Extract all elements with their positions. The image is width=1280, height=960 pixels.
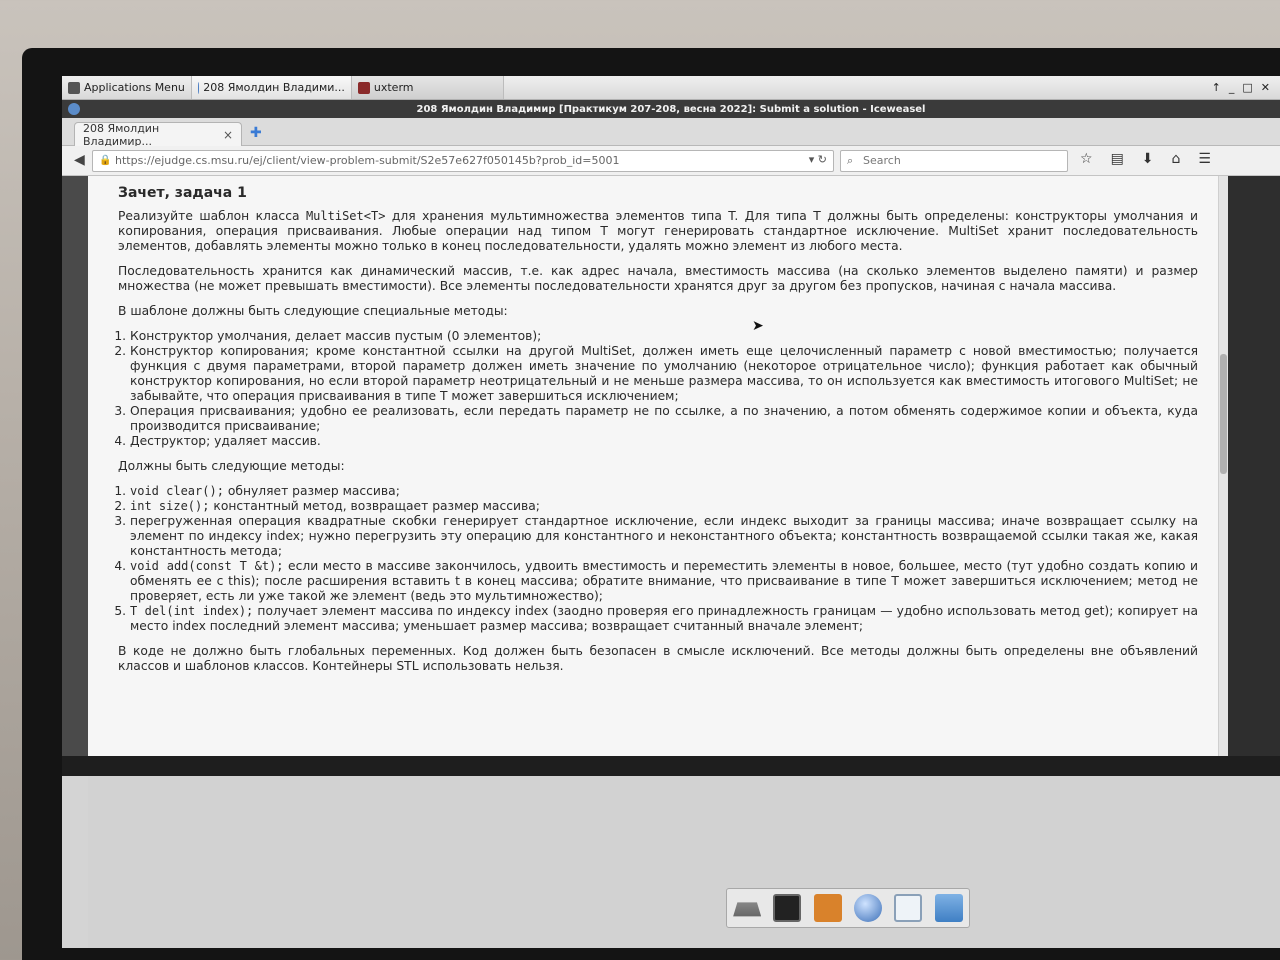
left-gutter: [62, 176, 88, 756]
reload-icon[interactable]: ▾ ↻: [809, 153, 827, 166]
browser-window-icon: [68, 103, 80, 115]
desktop-divider: [62, 756, 1280, 776]
search-placeholder: Search: [863, 154, 901, 167]
iceweasel-icon: [197, 81, 200, 94]
footer-paragraph: В коде не должно быть глобальных перемен…: [118, 644, 1198, 673]
list-item: Деструктор; удаляет массив.: [130, 434, 1198, 449]
home-icon[interactable]: ⌂: [1172, 151, 1181, 167]
screen: Applications Menu 208 Ямолдин Владими...…: [62, 76, 1280, 948]
storage-paragraph: Последовательность хранится как динамиче…: [118, 264, 1198, 293]
pin-icon[interactable]: ↑: [1212, 81, 1221, 94]
task-uxterm[interactable]: uxterm: [351, 76, 504, 99]
method-code: int size();: [130, 499, 210, 513]
drive-icon[interactable]: [733, 902, 762, 917]
tab-label: 208 Ямолдин Владимир...: [83, 121, 160, 148]
desktop-background: [88, 776, 1280, 948]
methods-title: Должны быть следующие методы:: [118, 459, 345, 473]
download-icon[interactable]: ⬇: [1142, 151, 1154, 167]
list-item: Конструктор копирования; кроме константн…: [130, 344, 1198, 404]
window-title: 208 Ямолдин Владимир [Практикум 207-208,…: [416, 103, 926, 115]
back-arrow-icon[interactable]: ◀: [74, 152, 85, 168]
minimize-icon[interactable]: _: [1229, 81, 1235, 94]
adjacent-window-edge: [1228, 176, 1280, 756]
maximize-icon[interactable]: □: [1242, 81, 1252, 94]
search-input[interactable]: ⌕ Search: [840, 150, 1068, 172]
new-tab-icon[interactable]: ✚: [250, 125, 262, 141]
list-item: T del(int index); получает элемент масси…: [130, 604, 1198, 634]
special-methods-title: В шаблоне должны быть следующие специаль…: [118, 304, 508, 318]
tab-strip: 208 Ямолдин Владимир... × ✚: [62, 118, 1280, 148]
list-item: void clear(); обнуляет размер массива;: [130, 484, 1198, 499]
method-text: перегруженная операция квадратные скобки…: [130, 514, 1198, 558]
method-text: получает элемент массива по индексу inde…: [130, 604, 1198, 633]
tab-close-icon[interactable]: ×: [223, 128, 233, 142]
x-terminal-icon: [357, 81, 370, 94]
method-text: обнуляет размер массива;: [223, 484, 400, 498]
bookmark-star-icon[interactable]: ☆: [1080, 151, 1093, 167]
bottom-dock: [726, 888, 970, 928]
reading-list-icon[interactable]: ▤: [1111, 151, 1124, 167]
window-titlebar[interactable]: 208 Ямолдин Владимир [Практикум 207-208,…: [62, 100, 1280, 118]
navigation-bar: ◀ 🔒 https://ejudge.cs.msu.ru/ej/client/v…: [62, 146, 1280, 176]
list-item: int size(); константный метод, возвращае…: [130, 499, 1198, 514]
tab-submit[interactable]: 208 Ямолдин Владимир... ×: [74, 121, 242, 148]
lock-icon: 🔒: [99, 155, 112, 166]
list-item: Конструктор умолчания, делает массив пус…: [130, 329, 1198, 344]
applications-menu[interactable]: Applications Menu: [62, 76, 192, 99]
search-files-icon[interactable]: [894, 894, 923, 922]
task-browser[interactable]: 208 Ямолдин Владими...: [191, 76, 352, 99]
method-text: если место в массиве закончилось, удвоит…: [130, 559, 1198, 603]
folder-icon[interactable]: [934, 894, 963, 922]
mouse-logo-icon: [68, 81, 80, 94]
page-scrollbar[interactable]: [1218, 176, 1228, 756]
method-code: void clear();: [130, 484, 224, 498]
toolbar-icons: ☆ ▤ ⬇ ⌂ ☰: [1080, 151, 1211, 167]
task-uxterm-label: uxterm: [373, 81, 414, 94]
method-text: константный метод, возвращает размер мас…: [209, 499, 540, 513]
problem-title: Зачет, задача 1: [118, 185, 247, 201]
menu-icon[interactable]: ☰: [1198, 151, 1211, 167]
list-item: void add(const T &t); если место в масси…: [130, 559, 1198, 604]
applications-menu-label: Applications Menu: [84, 81, 185, 94]
method-code: T del(int index);: [130, 604, 254, 618]
methods-list: void clear(); обнуляет размер массива; i…: [118, 484, 1198, 634]
notes-icon[interactable]: [813, 894, 842, 922]
special-methods-list: Конструктор умолчания, делает массив пус…: [118, 329, 1198, 449]
top-panel: Applications Menu 208 Ямолдин Владими...…: [62, 76, 1280, 100]
intro-code: MultiSet<T>: [305, 209, 386, 223]
task-browser-label: 208 Ямолдин Владими...: [203, 81, 345, 94]
list-item: Операция присваивания; удобно ее реализо…: [130, 404, 1198, 434]
window-controls: ↑ _ □ ✕: [1212, 81, 1280, 94]
url-text: https://ejudge.cs.msu.ru/ej/client/view-…: [115, 154, 620, 167]
list-item: перегруженная операция квадратные скобки…: [130, 514, 1198, 559]
terminal-icon[interactable]: [773, 894, 802, 922]
intro-text-a: Реализуйте шаблон класса: [118, 209, 306, 223]
close-icon[interactable]: ✕: [1261, 81, 1270, 94]
method-code: void add(const T &t);: [130, 559, 284, 573]
intro-paragraph: Реализуйте шаблон класса MultiSet<T> для…: [118, 209, 1198, 254]
search-icon: ⌕: [847, 154, 854, 167]
url-bar[interactable]: 🔒 https://ejudge.cs.msu.ru/ej/client/vie…: [92, 150, 834, 172]
mouse-cursor-icon: ➤: [752, 318, 764, 334]
scrollbar-thumb[interactable]: [1220, 354, 1227, 474]
browser-globe-icon[interactable]: [854, 894, 883, 922]
problem-statement: Зачет, задача 1 Реализуйте шаблон класса…: [88, 176, 1218, 756]
